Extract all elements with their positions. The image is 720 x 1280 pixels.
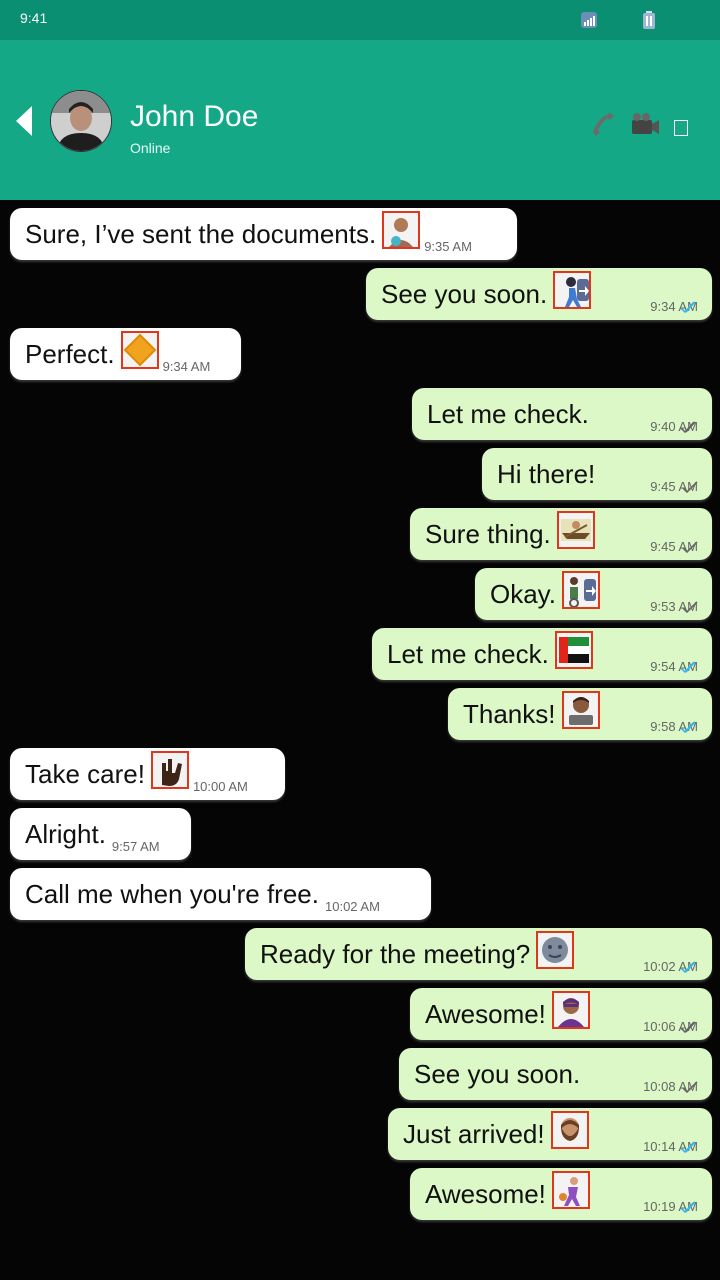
outgoing-message[interactable]: Awesome! 10:19 AM bbox=[410, 1168, 712, 1220]
rowboat-icon bbox=[556, 511, 595, 549]
message-text: Hi there! bbox=[497, 459, 596, 489]
message-text: Let me check. bbox=[387, 639, 549, 669]
technologist-icon bbox=[561, 691, 600, 729]
chat-header: John Doe Online bbox=[0, 40, 720, 200]
phone-icon[interactable] bbox=[590, 110, 620, 140]
supervillain-icon bbox=[551, 991, 590, 1029]
message-text: Awesome! bbox=[425, 999, 546, 1029]
video-camera-icon[interactable] bbox=[630, 112, 660, 138]
message-text: Sure thing. bbox=[425, 519, 551, 549]
incoming-message[interactable]: Take care! 10:00 AM bbox=[10, 748, 285, 800]
outgoing-message[interactable]: Sure thing. 9:45 AM bbox=[410, 508, 712, 560]
message-text: Ready for the meeting? bbox=[260, 939, 531, 969]
outgoing-message[interactable]: Ready for the meeting? 10:02 AM bbox=[245, 928, 712, 980]
outgoing-message[interactable]: Okay. 9:53 AM bbox=[475, 568, 712, 620]
status-time: 9:41 bbox=[20, 10, 48, 26]
orange-diamond-icon bbox=[120, 331, 159, 369]
message-time: 9:57 AM bbox=[111, 839, 160, 854]
signal-icon bbox=[581, 12, 597, 28]
woman-basketball-icon bbox=[551, 1171, 590, 1209]
contact-status: Online bbox=[130, 140, 171, 156]
message-list: Sure, I’ve sent the documents. 9:35 AM See… bbox=[0, 200, 720, 1280]
outgoing-message[interactable]: Let me check. 9:54 AM bbox=[372, 628, 712, 680]
incoming-message[interactable]: Alright. 9:57 AM bbox=[10, 808, 191, 860]
message-text: Okay. bbox=[490, 579, 556, 609]
outgoing-message[interactable]: Let me check. 9:40 AM bbox=[412, 388, 712, 440]
message-text: Awesome! bbox=[425, 1179, 546, 1209]
avatar-photo bbox=[51, 91, 111, 151]
love-you-hand-icon bbox=[150, 751, 189, 789]
person-basketball-icon bbox=[382, 211, 421, 249]
outgoing-message[interactable]: See you soon. 9:34 AM bbox=[366, 268, 712, 320]
outgoing-message[interactable]: See you soon. 10:08 AM bbox=[399, 1048, 712, 1100]
message-text: Perfect. bbox=[25, 339, 115, 369]
message-text: See you soon. bbox=[381, 279, 548, 309]
more-options-icon[interactable] bbox=[674, 120, 688, 136]
message-text: Sure, I’ve sent the documents. bbox=[25, 219, 377, 249]
contact-name[interactable]: John Doe bbox=[130, 100, 258, 134]
message-text: Let me check. bbox=[427, 399, 589, 429]
message-time: 9:34 AM bbox=[162, 359, 211, 374]
message-text: Take care! bbox=[25, 759, 145, 789]
person-cane-right-icon bbox=[561, 571, 600, 609]
outgoing-message[interactable]: Just arrived! 10:14 AM bbox=[388, 1108, 712, 1160]
outgoing-message[interactable]: Awesome! 10:06 AM bbox=[410, 988, 712, 1040]
message-time: 10:00 AM bbox=[192, 779, 248, 794]
message-text: Just arrived! bbox=[403, 1119, 545, 1149]
message-time: 10:02 AM bbox=[325, 899, 380, 914]
status-bar: 9:41 bbox=[0, 0, 720, 40]
moon-face-icon bbox=[536, 931, 575, 969]
message-text: See you soon. bbox=[414, 1059, 581, 1089]
flag-uae-icon bbox=[554, 631, 593, 669]
battery-icon bbox=[643, 11, 655, 29]
avatar[interactable] bbox=[50, 90, 112, 152]
incoming-message[interactable]: Call me when you're free. 10:02 AM bbox=[10, 868, 431, 920]
outgoing-message[interactable]: Hi there! 9:45 AM bbox=[482, 448, 712, 500]
outgoing-message[interactable]: Thanks! 9:58 AM bbox=[448, 688, 712, 740]
message-text: Alright. bbox=[25, 819, 106, 849]
message-text: Call me when you're free. bbox=[25, 879, 319, 909]
woman-beard-icon bbox=[550, 1111, 589, 1149]
back-arrow-icon[interactable] bbox=[14, 104, 34, 138]
incoming-message[interactable]: Perfect. 9:34 AM bbox=[10, 328, 241, 380]
person-walking-right-icon bbox=[553, 271, 592, 309]
message-text: Thanks! bbox=[463, 699, 556, 729]
incoming-message[interactable]: Sure, I’ve sent the documents. 9:35 AM bbox=[10, 208, 517, 260]
message-time: 9:35 AM bbox=[424, 239, 472, 254]
